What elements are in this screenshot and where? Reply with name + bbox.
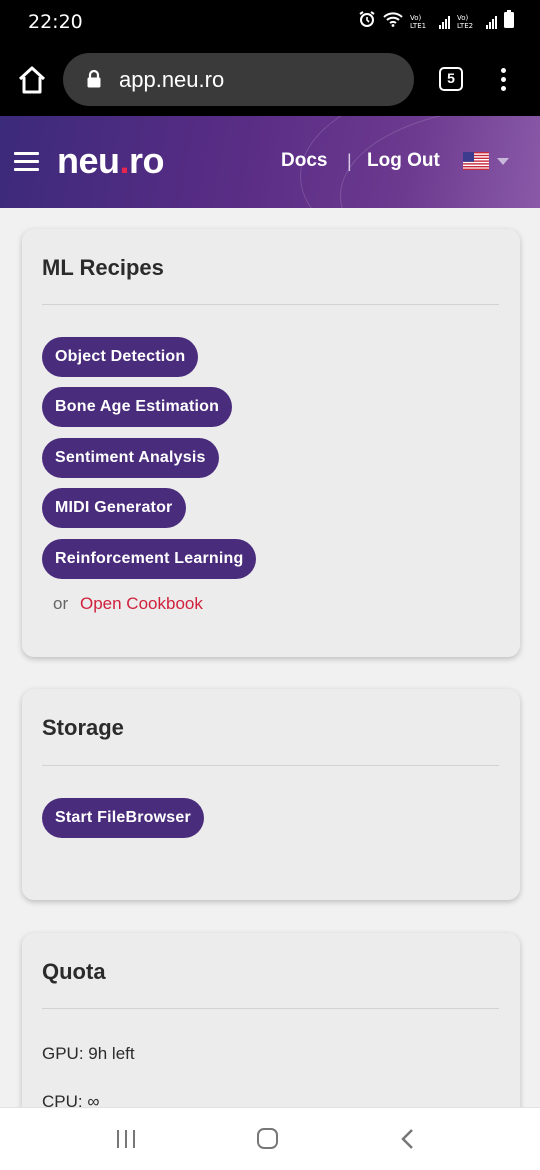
gpu-quota: GPU: 9h left (42, 1044, 135, 1063)
language-dropdown-chevron-down-icon[interactable] (497, 158, 509, 165)
status-icons: Vo) LTE1 Vo) LTE2 (358, 10, 514, 33)
start-filebrowser-button[interactable]: Start FileBrowser (42, 798, 204, 838)
alarm-icon (358, 10, 376, 33)
site-logo[interactable]: neu.ro (57, 140, 165, 182)
card-divider (42, 304, 499, 305)
recipe-chip-object-detection[interactable]: Object Detection (42, 337, 199, 377)
battery-icon (504, 10, 514, 33)
lock-icon (87, 69, 101, 93)
recipe-chip-midi-generator[interactable]: MIDI Generator (42, 488, 186, 528)
card-title: ML Recipes (42, 255, 164, 280)
home-button-icon[interactable] (257, 1128, 278, 1149)
logo-dot: . (119, 140, 130, 181)
system-navigation-bar (0, 1107, 540, 1170)
url-text: app.neu.ro (119, 67, 225, 92)
status-bar: 22:20 Vo) LTE1 Vo) LTE2 (0, 0, 540, 44)
docs-link[interactable]: Docs (281, 150, 327, 172)
browser-toolbar: app.neu.ro 5 (0, 44, 540, 116)
logo-text-main: neu (57, 140, 120, 181)
card-divider (42, 765, 499, 766)
more-options-icon[interactable] (497, 68, 509, 94)
ml-recipes-card: ML Recipes Object Detection Bone Age Est… (22, 229, 520, 657)
site-header: neu.ro Docs | Log Out (0, 116, 540, 208)
card-divider (42, 1008, 499, 1009)
recipe-chip-sentiment-analysis[interactable]: Sentiment Analysis (42, 438, 219, 478)
card-title: Storage (42, 715, 124, 740)
status-time: 22:20 (28, 11, 83, 33)
home-icon[interactable] (16, 65, 48, 95)
recipe-chip-reinforcement-learning[interactable]: Reinforcement Learning (42, 539, 257, 579)
wifi-icon (383, 11, 403, 32)
signal-icon (486, 15, 497, 29)
card-title: Quota (42, 959, 106, 984)
open-cookbook-link[interactable]: Open Cookbook (80, 594, 203, 614)
sim2-label: Vo) LTE2 (457, 13, 474, 30)
back-icon[interactable] (400, 1129, 414, 1154)
address-bar[interactable]: app.neu.ro (63, 53, 414, 106)
us-flag-icon[interactable] (463, 152, 489, 170)
sim1-label: Vo) LTE1 (410, 13, 427, 30)
signal-icon (439, 15, 450, 29)
recipe-chip-bone-age-estimation[interactable]: Bone Age Estimation (42, 387, 233, 427)
recent-apps-icon[interactable] (117, 1130, 137, 1148)
storage-card: Storage Start FileBrowser (22, 689, 520, 900)
logo-text-tld: ro (129, 140, 165, 181)
tab-switcher-button[interactable]: 5 (439, 67, 463, 91)
nav-separator: | (347, 151, 352, 171)
hamburger-menu-icon[interactable] (14, 152, 39, 172)
logout-link[interactable]: Log Out (367, 150, 440, 172)
or-label: or (53, 594, 69, 613)
